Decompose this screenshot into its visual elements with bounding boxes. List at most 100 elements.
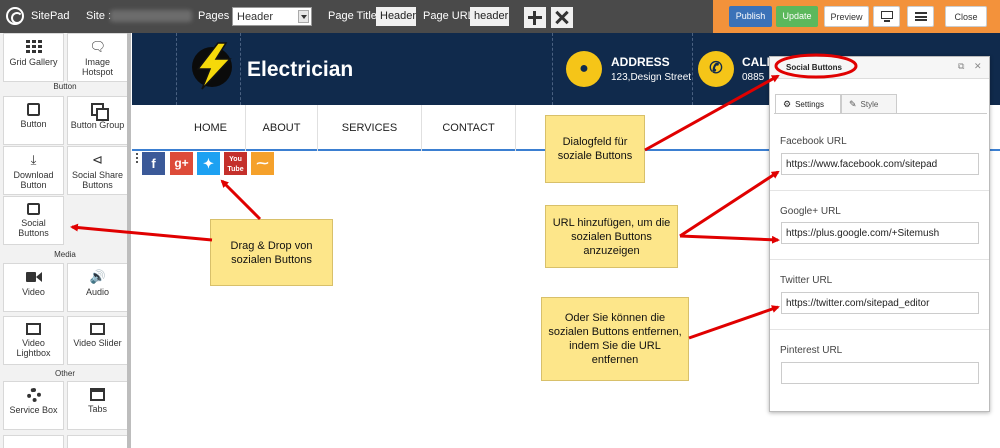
tab-style-label: Style <box>860 100 879 109</box>
app-name: SitePad <box>31 10 70 22</box>
tile-tabs[interactable]: Tabs <box>67 381 128 430</box>
maximize-icon[interactable]: ⧉ <box>958 62 967 71</box>
tile-social-share-buttons[interactable]: ⊲ Social Share Buttons <box>67 146 128 195</box>
column-guide <box>552 33 553 105</box>
social-buttons-dialog: Social Buttons ⧉ ✕ ⚙ Settings ✎ Style Face… <box>769 56 990 412</box>
page-title-label: Page Title: <box>328 10 380 22</box>
monitor-stand <box>884 20 890 22</box>
add-page-button[interactable] <box>524 7 546 28</box>
category-other: Other <box>54 369 75 378</box>
pinterest-url-input[interactable] <box>781 362 979 384</box>
page-url-label: Page URL: <box>423 10 477 22</box>
category-button: Button <box>53 82 77 91</box>
tile-label: Image Hotspot <box>81 57 114 77</box>
top-toolbar: SitePad Site : Pages : Header Page Title… <box>0 0 1000 33</box>
desktop-view-button[interactable] <box>873 6 900 27</box>
tile-label: Download Button <box>13 170 54 190</box>
publish-button[interactable]: Publish <box>729 6 772 27</box>
tab-settings-label: Settings <box>795 100 824 109</box>
arrow-to-social-widget <box>220 179 262 221</box>
tile-social-buttons[interactable]: Social Buttons <box>3 196 64 245</box>
group-icon <box>90 103 109 121</box>
tile-partial[interactable] <box>67 435 128 448</box>
tile-grid-gallery[interactable]: Grid Gallery <box>3 33 64 82</box>
social-icon <box>27 203 40 215</box>
play-icon <box>90 323 105 335</box>
tile-video-lightbox[interactable]: Video Lightbox <box>3 316 64 365</box>
tile-audio[interactable]: 🔊 Audio <box>67 263 128 312</box>
menu-button[interactable] <box>907 6 934 27</box>
action-area: Publish Update Preview Close <box>713 0 1000 33</box>
page-title-input[interactable]: Header <box>376 7 416 26</box>
note-remove: Oder Sie können die sozialen Buttons ent… <box>541 297 689 381</box>
share-icon: ⊲ <box>92 152 103 167</box>
tile-service-box[interactable]: Service Box <box>3 381 64 430</box>
delete-page-button[interactable] <box>551 7 573 28</box>
tile-image-hotspot[interactable]: 🗨 Image Hotspot <box>67 33 128 82</box>
dialog-header[interactable]: Social Buttons ⧉ ✕ <box>770 57 989 79</box>
twitter-url-input[interactable]: https://twitter.com/sitepad_editor <box>781 292 979 314</box>
call-value: 0885 <box>742 72 765 83</box>
tile-label: Video Lightbox <box>16 338 51 358</box>
hamburger-middle <box>915 16 927 18</box>
divider <box>770 329 989 330</box>
close-button[interactable]: Close <box>945 6 987 27</box>
preview-button[interactable]: Preview <box>824 6 869 27</box>
facebook-url-input[interactable]: https://www.facebook.com/sitepad <box>781 153 979 175</box>
update-button[interactable]: Update <box>776 6 818 27</box>
download-icon: ⤓ <box>30 152 37 167</box>
site-label: Site : <box>86 10 112 22</box>
note-dialog: Dialogfeld für soziale Buttons <box>545 115 645 183</box>
page-url-input[interactable]: header <box>470 7 509 26</box>
monitor-icon <box>881 11 893 19</box>
twitter-icon[interactable]: ✦ <box>197 152 220 175</box>
brush-icon: ✎ <box>849 99 857 109</box>
tile-button-group[interactable]: Button Group <box>67 96 128 145</box>
note-drag: Drag & Drop von sozialen Buttons <box>210 219 333 286</box>
nav-services[interactable]: SERVICES <box>318 105 422 151</box>
tile-label: Service Box <box>9 405 58 415</box>
close-icon[interactable]: ✕ <box>974 62 983 71</box>
column-guide <box>692 33 693 105</box>
google-url-input[interactable]: https://plus.google.com/+Sitemush <box>781 222 979 244</box>
note-add-url: URL hinzufügen, um die sozialen Buttons … <box>545 205 678 268</box>
arrow-to-facebook-input <box>679 170 780 238</box>
tile-label: Tabs <box>87 404 107 414</box>
pinterest-url-label: Pinterest URL <box>780 345 843 356</box>
tile-download-button[interactable]: ⤓ Download Button <box>3 146 64 195</box>
site-brand[interactable]: Electrician <box>247 58 353 82</box>
facebook-url-label: Facebook URL <box>780 136 847 147</box>
phone-icon: ✆ <box>698 51 734 87</box>
tile-label: Social Share Buttons <box>71 170 124 190</box>
youtube-icon[interactable]: You Tube <box>224 152 247 175</box>
tile-video-slider[interactable]: Video Slider <box>67 316 128 365</box>
tile-label: Video <box>22 287 45 297</box>
tab-style[interactable]: ✎ Style <box>841 94 897 114</box>
facebook-icon[interactable]: f <box>142 152 165 175</box>
chevron-down-icon <box>298 10 309 23</box>
tab-underline <box>774 113 987 114</box>
tile-label: Button Group <box>70 120 125 130</box>
tab-settings[interactable]: ⚙ Settings <box>775 94 841 114</box>
pages-label: Pages : <box>198 10 236 22</box>
twitter-url-label: Twitter URL <box>780 275 833 286</box>
tile-partial[interactable] <box>3 435 64 448</box>
address-title: ADDRESS <box>611 55 670 69</box>
widget-panel-scrollbar[interactable] <box>127 33 131 448</box>
nav-home[interactable]: HOME <box>176 105 246 151</box>
nav-contact[interactable]: CONTACT <box>422 105 516 151</box>
tabs-icon <box>90 388 105 401</box>
nav-about[interactable]: ABOUT <box>246 105 318 151</box>
dialog-title: Social Buttons <box>786 63 843 72</box>
widget-panel: Grid Gallery 🗨 Image Hotspot Button Butt… <box>0 33 130 448</box>
pages-select[interactable]: Header <box>232 7 312 26</box>
rss-icon[interactable]: ⁓ <box>251 152 274 175</box>
tile-video[interactable]: Video <box>3 263 64 312</box>
pages-select-value: Header <box>237 11 274 23</box>
drag-handle[interactable] <box>135 152 139 164</box>
location-icon: ● <box>566 51 602 87</box>
google-plus-icon[interactable]: g+ <box>170 152 193 175</box>
tile-label: Social Buttons <box>18 218 49 238</box>
tile-button[interactable]: Button <box>3 96 64 145</box>
film-icon <box>26 323 41 335</box>
